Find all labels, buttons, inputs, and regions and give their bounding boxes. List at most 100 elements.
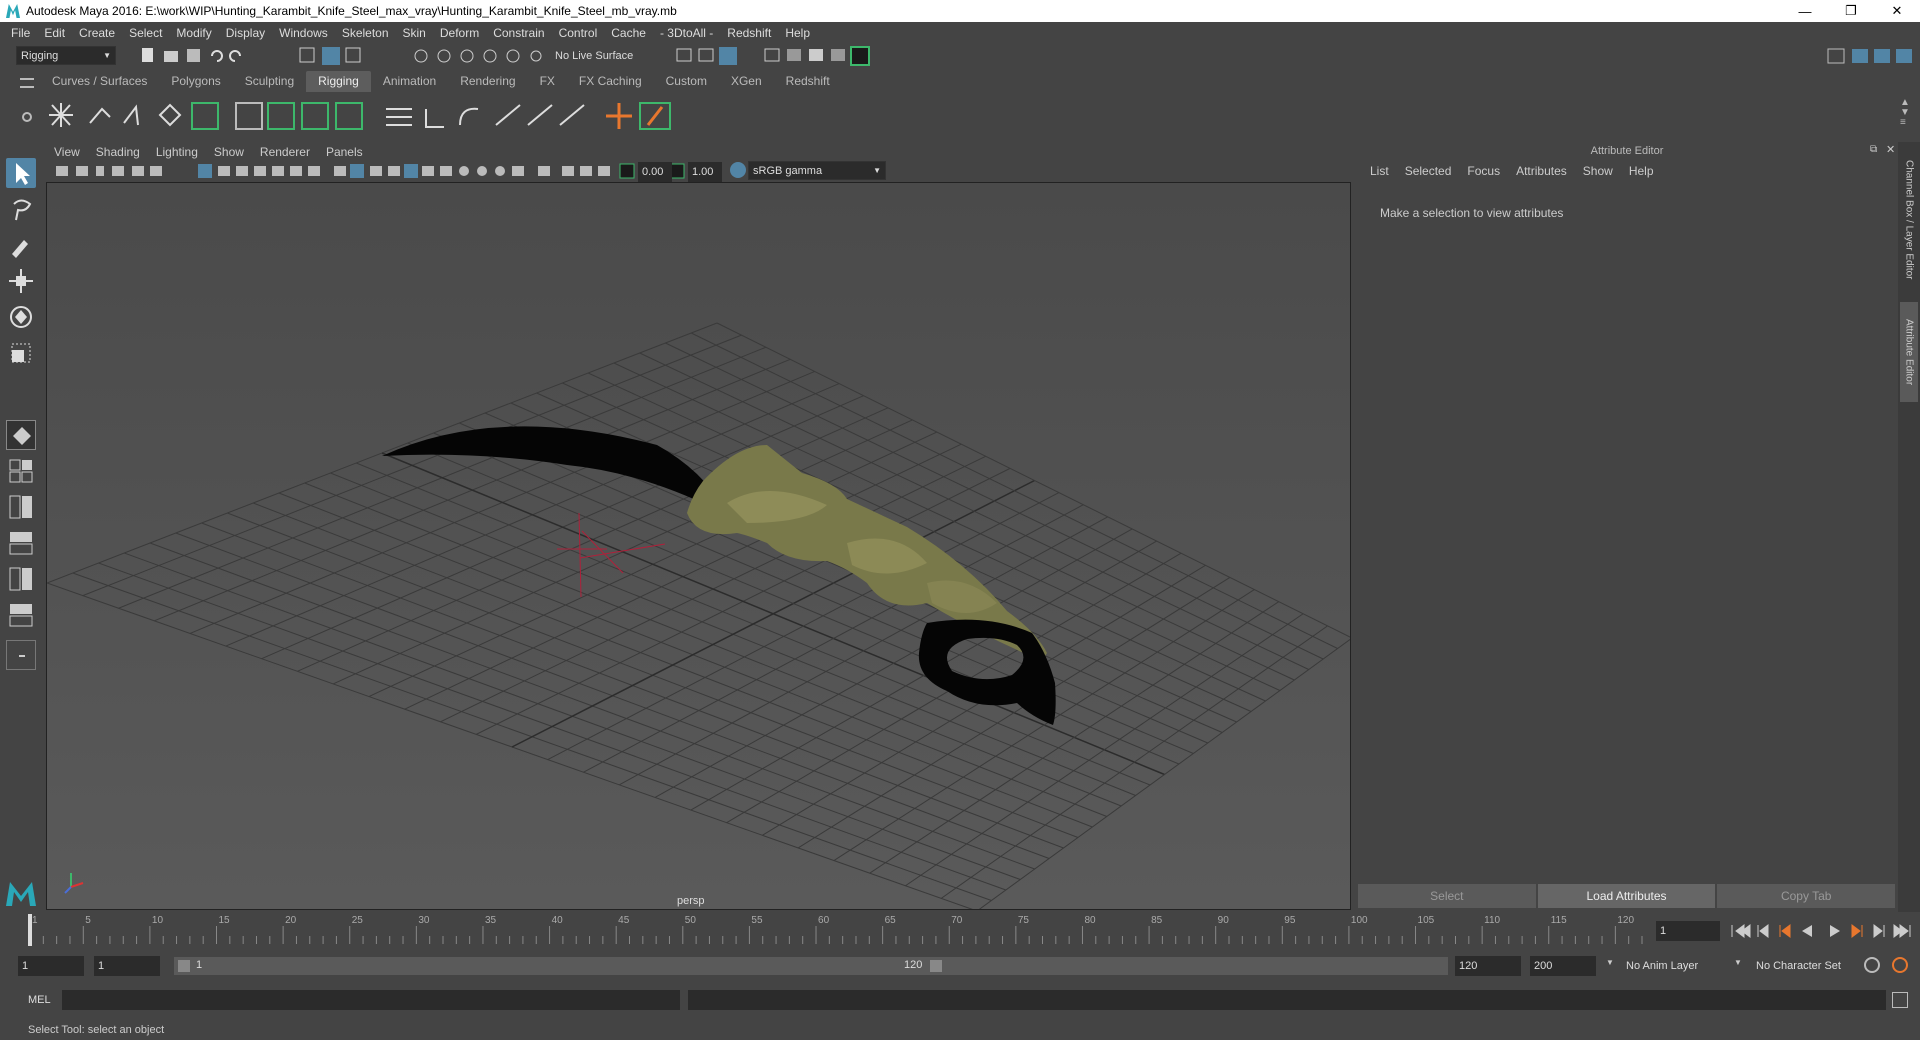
command-language-label[interactable]: MEL: [28, 994, 51, 1006]
render-actions-group[interactable]: [675, 46, 885, 66]
vp-menu-show[interactable]: Show: [206, 145, 252, 159]
command-input[interactable]: [62, 990, 680, 1010]
menu-file[interactable]: File: [4, 26, 37, 40]
vp-menu-lighting[interactable]: Lighting: [148, 145, 206, 159]
close-button[interactable]: ✕: [1874, 0, 1920, 22]
minimize-button[interactable]: —: [1782, 0, 1828, 22]
live-surface-field[interactable]: No Live Surface: [551, 46, 647, 65]
persp-outliner-layout-button[interactable]: [6, 492, 36, 522]
selection-mask-group[interactable]: [298, 46, 378, 66]
ae-menu-focus[interactable]: Focus: [1459, 164, 1508, 178]
ae-menu-attributes[interactable]: Attributes: [1508, 164, 1575, 178]
shelf-tab-fx[interactable]: FX: [528, 71, 567, 92]
shelf-tab-animation[interactable]: Animation: [371, 71, 448, 92]
shelf-tab-curves-surfaces[interactable]: Curves / Surfaces: [40, 71, 159, 92]
shelf-tab-polygons[interactable]: Polygons: [159, 71, 232, 92]
playback-start-field[interactable]: 1: [94, 956, 160, 976]
animation-preferences-icon[interactable]: [1892, 957, 1908, 973]
rigging-shelf-icons[interactable]: [40, 95, 680, 137]
vp-menu-renderer[interactable]: Renderer: [252, 145, 318, 159]
move-tool-button[interactable]: [6, 266, 36, 296]
menu-deform[interactable]: Deform: [433, 26, 486, 40]
shelf-tab-redshift[interactable]: Redshift: [774, 71, 842, 92]
single-perspective-layout-button[interactable]: [6, 420, 36, 450]
ae-copy-tab-button[interactable]: Copy Tab: [1717, 884, 1896, 908]
color-space-dropdown[interactable]: sRGB gamma ▼: [748, 161, 886, 180]
shelf-settings-icon[interactable]: [22, 112, 32, 122]
exposure-field[interactable]: 0.00: [638, 162, 672, 182]
menu-set-dropdown[interactable]: Rigging ▼: [16, 46, 116, 65]
ae-menu-list[interactable]: List: [1362, 164, 1397, 178]
menu-edit[interactable]: Edit: [37, 26, 72, 40]
scale-tool-button[interactable]: [6, 338, 36, 368]
perspective-viewport[interactable]: persp: [46, 182, 1351, 910]
shelf-tab-rigging[interactable]: Rigging: [306, 71, 371, 92]
shelf-scroll-arrows[interactable]: ▲ ▼ ≡: [1900, 98, 1910, 128]
ae-menu-show[interactable]: Show: [1575, 164, 1621, 178]
chevron-down-icon[interactable]: ▼: [1606, 958, 1614, 967]
persp-uv-layout-button[interactable]: [6, 600, 36, 630]
float-panel-icon[interactable]: ⧉: [1870, 144, 1877, 155]
workspace-icons-group[interactable]: [1826, 46, 1920, 66]
playback-end-field[interactable]: 120: [1455, 956, 1521, 976]
anim-layer-field[interactable]: No Anim Layer: [1622, 956, 1742, 976]
shelf-tab-fx-caching[interactable]: FX Caching: [567, 71, 654, 92]
scene-end-field[interactable]: 200: [1530, 956, 1596, 976]
attribute-editor-buttons: Select Load Attributes Copy Tab: [1358, 884, 1896, 908]
persp-hypershade-layout-button[interactable]: [6, 564, 36, 594]
gamma-field[interactable]: 1.00: [688, 162, 722, 182]
shelf-tab-sculpting[interactable]: Sculpting: [233, 71, 306, 92]
maximize-button[interactable]: ❐: [1828, 0, 1874, 22]
panel-toolbar-icons[interactable]: [50, 162, 690, 180]
close-panel-icon[interactable]: ✕: [1886, 143, 1895, 156]
snap-group[interactable]: [412, 46, 542, 66]
time-tick-label: 90: [1218, 915, 1230, 926]
ae-select-button[interactable]: Select: [1358, 884, 1536, 908]
chevron-down-icon[interactable]: ▼: [1734, 958, 1742, 967]
menu-select[interactable]: Select: [122, 26, 169, 40]
range-slider-start-handle[interactable]: [178, 960, 190, 972]
ae-menu-selected[interactable]: Selected: [1397, 164, 1460, 178]
menu-help[interactable]: Help: [778, 26, 817, 40]
range-slider-end-handle[interactable]: [930, 960, 942, 972]
range-slider[interactable]: 1 120: [174, 957, 946, 975]
menu-windows[interactable]: Windows: [272, 26, 335, 40]
four-view-layout-button[interactable]: [6, 456, 36, 486]
menu-skeleton[interactable]: Skeleton: [335, 26, 396, 40]
select-tool-button[interactable]: [6, 158, 36, 188]
menu-cache[interactable]: Cache: [604, 26, 653, 40]
character-set-field[interactable]: No Character Set: [1752, 956, 1862, 976]
vp-menu-panels[interactable]: Panels: [318, 145, 371, 159]
layout-options-button[interactable]: [6, 640, 36, 670]
viewport-toolbar: 0.00 1.00 sRGB gamma ▼: [46, 161, 1351, 182]
menu-create[interactable]: Create: [72, 26, 122, 40]
rotate-tool-button[interactable]: [6, 302, 36, 332]
shelf-menu-icon[interactable]: [20, 78, 34, 88]
menu-control[interactable]: Control: [552, 26, 605, 40]
vp-menu-view[interactable]: View: [46, 145, 88, 159]
script-editor-icon[interactable]: [1892, 992, 1908, 1008]
shelf-tab-xgen[interactable]: XGen: [719, 71, 774, 92]
menu-display[interactable]: Display: [219, 26, 272, 40]
tab-channel-box[interactable]: Channel Box / Layer Editor: [1900, 150, 1918, 290]
shelf-tab-rendering[interactable]: Rendering: [448, 71, 527, 92]
paint-select-tool-button[interactable]: [6, 230, 36, 260]
current-frame-field[interactable]: 1: [1656, 921, 1720, 941]
auto-key-icon[interactable]: [1864, 957, 1880, 973]
ae-menu-help[interactable]: Help: [1621, 164, 1662, 178]
time-slider[interactable]: 1 5 10 15 20 25 30 35 40 45 50 55 60 65 70 75 80 85 90 95 10…: [22, 914, 1650, 946]
vp-menu-shading[interactable]: Shading: [88, 145, 148, 159]
scene-start-field[interactable]: 1: [18, 956, 84, 976]
persp-graph-layout-button[interactable]: [6, 528, 36, 558]
menu-modify[interactable]: Modify: [169, 26, 218, 40]
menu-3dtoall[interactable]: - 3DtoAll -: [653, 26, 720, 40]
menu-constrain[interactable]: Constrain: [486, 26, 551, 40]
color-management-icon[interactable]: [730, 162, 746, 178]
tab-attribute-editor[interactable]: Attribute Editor: [1900, 302, 1918, 402]
menu-skin[interactable]: Skin: [396, 26, 433, 40]
lasso-tool-button[interactable]: [6, 194, 36, 224]
ae-load-attributes-button[interactable]: Load Attributes: [1537, 884, 1716, 908]
playback-controls[interactable]: [1728, 922, 1918, 940]
shelf-tab-custom[interactable]: Custom: [654, 71, 719, 92]
menu-redshift[interactable]: Redshift: [720, 26, 778, 40]
